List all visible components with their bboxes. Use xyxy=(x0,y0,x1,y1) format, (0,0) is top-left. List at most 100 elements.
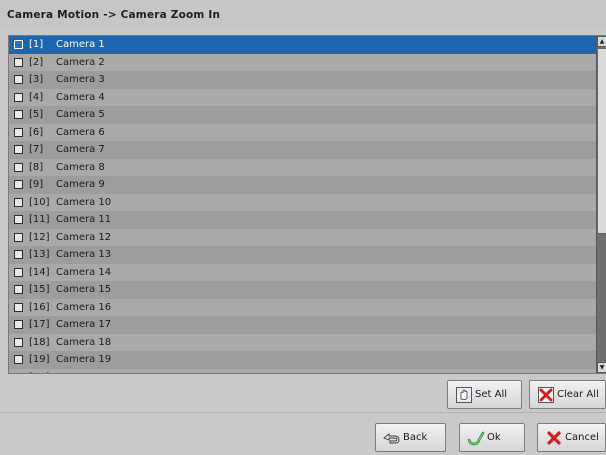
list-item[interactable]: [4] Camera 4 xyxy=(9,88,597,106)
camera-index: [20] xyxy=(29,372,56,373)
green-check-icon xyxy=(467,429,485,447)
list-item[interactable]: [8] Camera 8 xyxy=(9,158,597,176)
cancel-label: Cancel xyxy=(565,432,599,443)
scroll-up-arrow-icon[interactable]: ▲ xyxy=(597,36,606,47)
back-label: Back xyxy=(403,432,428,443)
camera-name: Camera 17 xyxy=(56,319,112,331)
camera-index: [17] xyxy=(29,319,50,331)
camera-checkbox[interactable] xyxy=(14,355,23,365)
camera-checkbox[interactable] xyxy=(14,215,23,225)
camera-name: Camera 2 xyxy=(56,56,105,68)
list-item[interactable]: [1] Camera 1 xyxy=(9,36,597,54)
camera-checkbox[interactable] xyxy=(14,320,23,330)
camera-name: Camera 19 xyxy=(56,354,112,366)
camera-checkbox[interactable] xyxy=(14,302,23,312)
camera-index: [2] xyxy=(29,56,44,68)
camera-index: [6] xyxy=(29,126,44,138)
list-item[interactable]: [9] Camera 9 xyxy=(9,176,597,194)
camera-index: [7] xyxy=(29,144,44,156)
list-item[interactable]: [19] Camera 19 xyxy=(9,351,597,369)
camera-name: Camera 7 xyxy=(56,144,105,156)
camera-name: Camera 5 xyxy=(56,109,105,121)
camera-index: [12] xyxy=(29,231,50,243)
camera-checkbox[interactable] xyxy=(14,180,23,190)
camera-checkbox[interactable] xyxy=(14,92,23,102)
ok-button[interactable]: Ok xyxy=(459,423,525,452)
camera-name: Camera 13 xyxy=(56,249,112,261)
scroll-down-arrow-icon[interactable]: ▼ xyxy=(597,362,606,373)
camera-name: Camera 4 xyxy=(56,91,105,103)
camera-checkbox[interactable] xyxy=(14,110,23,120)
set-all-button[interactable]: Set All xyxy=(447,380,522,409)
red-x-icon xyxy=(545,429,563,447)
camera-index: [4] xyxy=(29,91,44,103)
camera-name: Camera 15 xyxy=(56,284,112,296)
camera-index: [19] xyxy=(29,354,50,366)
camera-checkbox[interactable] xyxy=(14,40,23,50)
camera-index: [11] xyxy=(29,214,50,226)
button-bar-divider xyxy=(0,412,606,413)
camera-index: [10] xyxy=(29,196,50,208)
camera-checkbox[interactable] xyxy=(14,250,23,260)
camera-index: [16] xyxy=(29,301,50,313)
camera-checkbox[interactable] xyxy=(14,285,23,295)
back-hand-icon xyxy=(383,429,401,447)
list-item[interactable]: [17] Camera 17 xyxy=(9,316,597,334)
camera-checkbox[interactable] xyxy=(14,162,23,172)
camera-index: [9] xyxy=(29,179,44,191)
camera-index: [5] xyxy=(29,109,44,121)
list-item[interactable]: [5] Camera 5 xyxy=(9,106,597,124)
camera-checkbox[interactable] xyxy=(14,75,23,85)
back-button[interactable]: Back xyxy=(375,423,446,452)
camera-index: [15] xyxy=(29,284,50,296)
list-item[interactable]: [13] Camera 13 xyxy=(9,246,597,264)
camera-name: Camera 11 xyxy=(56,214,112,226)
camera-name: Camera 1 xyxy=(56,39,105,51)
camera-name: Camera 12 xyxy=(56,231,112,243)
camera-list[interactable]: [1] Camera 1 [2] Camera 2 [3] Camera 3 [4] Came… xyxy=(8,35,606,374)
list-item[interactable]: [16] Camera 16 xyxy=(9,298,597,316)
camera-index: [3] xyxy=(29,74,44,86)
window-title: Camera Motion -> Camera Zoom In xyxy=(0,0,606,30)
camera-name: Camera 6 xyxy=(56,126,105,138)
list-scrollbar[interactable]: ▲ ▼ xyxy=(596,36,606,373)
ok-label: Ok xyxy=(487,432,501,443)
red-x-icon xyxy=(537,386,555,404)
camera-checkbox[interactable] xyxy=(14,197,23,207)
list-item[interactable]: [3] Camera 3 xyxy=(9,71,597,89)
camera-checkbox[interactable] xyxy=(14,232,23,242)
camera-checkbox[interactable] xyxy=(14,337,23,347)
clear-all-button[interactable]: Clear All xyxy=(529,380,606,409)
camera-name: Camera 3 xyxy=(56,74,105,86)
list-item[interactable]: [20]Camera 20 xyxy=(9,368,597,373)
camera-checkbox[interactable] xyxy=(14,127,23,137)
list-item[interactable]: [18] Camera 18 xyxy=(9,333,597,351)
list-item[interactable]: [2] Camera 2 xyxy=(9,53,597,71)
list-item[interactable]: [10] Camera 10 xyxy=(9,193,597,211)
camera-name: Camera 18 xyxy=(56,336,112,348)
set-all-label: Set All xyxy=(475,389,507,400)
camera-name: Camera 16 xyxy=(56,301,112,313)
camera-checkbox[interactable] xyxy=(14,57,23,67)
scrollbar-thumb[interactable] xyxy=(597,48,606,234)
camera-name: Camera 14 xyxy=(56,266,112,278)
list-item[interactable]: [6] Camera 6 xyxy=(9,123,597,141)
clear-all-label: Clear All xyxy=(557,389,599,400)
camera-checkbox[interactable] xyxy=(14,145,23,155)
list-item[interactable]: [7] Camera 7 xyxy=(9,141,597,159)
list-item[interactable]: [11] Camera 11 xyxy=(9,211,597,229)
list-item[interactable]: [14] Camera 14 xyxy=(9,263,597,281)
camera-checkbox[interactable] xyxy=(14,372,23,373)
camera-checkbox[interactable] xyxy=(14,267,23,277)
camera-name: Camera 10 xyxy=(56,196,112,208)
list-item[interactable]: [12] Camera 12 xyxy=(9,228,597,246)
list-item[interactable]: [15] Camera 15 xyxy=(9,281,597,299)
camera-name: Camera 8 xyxy=(56,161,105,173)
camera-list-rows: [1] Camera 1 [2] Camera 2 [3] Camera 3 [4] Came… xyxy=(9,36,597,373)
camera-index: [13] xyxy=(29,249,50,261)
camera-index: [8] xyxy=(29,161,44,173)
camera-index: [18] xyxy=(29,336,50,348)
camera-index: [14] xyxy=(29,266,50,278)
camera-name: Camera 9 xyxy=(56,179,105,191)
cancel-button[interactable]: Cancel xyxy=(537,423,606,452)
